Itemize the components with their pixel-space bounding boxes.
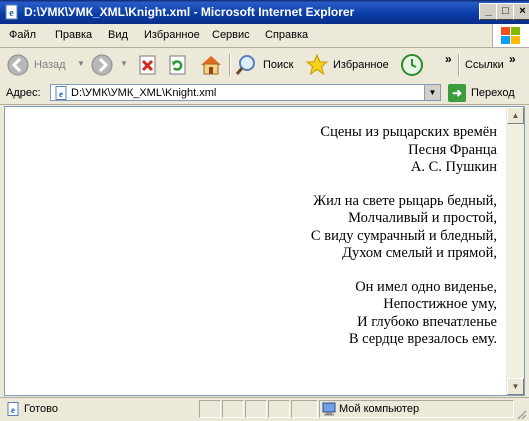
windows-logo — [492, 24, 529, 47]
my-computer-icon — [322, 402, 336, 416]
poem-line: Молчаливый и простой, — [348, 210, 497, 226]
status-pane — [245, 400, 267, 418]
close-button[interactable]: × — [513, 3, 529, 20]
poem-author: А. С. Пушкин — [410, 159, 497, 175]
back-arrow-icon — [7, 54, 29, 76]
vertical-scrollbar[interactable]: ▲ ▼ — [506, 107, 524, 395]
history-icon — [401, 54, 423, 76]
poem-line: Жил на свете рыцарь бедный, — [313, 192, 497, 209]
svg-text:e: e — [9, 8, 14, 19]
poem-line: И глубоко впечатленье — [357, 313, 497, 330]
forward-button[interactable]: ▼ — [90, 53, 128, 77]
search-button[interactable]: Поиск — [234, 53, 298, 77]
refresh-icon — [169, 55, 186, 75]
forward-dropdown-icon[interactable]: ▼ — [120, 59, 128, 68]
favorites-button[interactable]: Избранное — [305, 53, 393, 77]
poem-line: С виду сумрачный и бледный, — [310, 227, 497, 244]
page-content: Сцены из рыцарских времён Песня Франца А… — [4, 106, 525, 396]
poem-title: Сцены из рыцарских времён — [320, 124, 497, 140]
back-button[interactable]: Назад ▼ — [6, 53, 86, 77]
status-bar: e Готово Мой компьютер — [0, 397, 529, 421]
stop-icon — [139, 55, 156, 75]
menu-bar: Файл Правка Вид Избранное Сервис Справка — [0, 24, 529, 48]
menu-help[interactable]: Справка — [265, 29, 308, 41]
search-label: Поиск — [263, 59, 294, 71]
address-input[interactable]: e D:\УМК\УМК_XML\Knight.xml ▼ — [50, 84, 441, 101]
window-title: D:\УМК\УМК_XML\Knight.xml - Microsoft In… — [24, 5, 355, 19]
links-label[interactable]: Ссылки — [465, 59, 505, 83]
toolbar-chevron[interactable]: » — [445, 52, 455, 76]
go-label: Переход — [471, 87, 515, 99]
refresh-button[interactable] — [167, 53, 189, 77]
search-icon — [235, 55, 255, 75]
poem-line: В сердце врезалось ему. — [348, 331, 497, 347]
ie-page-icon: e — [5, 4, 18, 20]
poem-line: Духом смелый и прямой, — [342, 245, 497, 261]
poem-line: Он имел одно виденье, — [355, 278, 497, 295]
address-url: D:\УМК\УМК_XML\Knight.xml — [71, 87, 217, 99]
go-arrow-icon: ➜ — [448, 84, 466, 102]
back-label: Назад — [34, 59, 66, 71]
windows-flag-icon — [501, 27, 520, 44]
toolbar-separator — [229, 54, 231, 76]
status-text: Готово — [24, 403, 58, 415]
toolbar-separator — [458, 54, 460, 76]
menu-view[interactable]: Вид — [108, 29, 128, 41]
status-pane — [222, 400, 244, 418]
address-dropdown-icon[interactable]: ▼ — [424, 85, 440, 100]
page-icon: e — [55, 86, 67, 100]
links-chevron[interactable]: » — [509, 52, 519, 76]
scroll-up-icon[interactable]: ▲ — [507, 107, 524, 124]
home-icon — [201, 56, 221, 75]
address-bar: Адрес: e D:\УМК\УМК_XML\Knight.xml ▼ ➜ П… — [0, 82, 529, 105]
svg-text:e: e — [59, 89, 63, 99]
zone-label: Мой компьютер — [339, 403, 420, 415]
title-bar[interactable]: e D:\УМК\УМК_XML\Knight.xml - Microsoft … — [0, 0, 529, 24]
poem-line: Непостижное уму, — [383, 296, 497, 312]
back-dropdown-icon[interactable]: ▼ — [77, 59, 85, 68]
ie-window: e D:\УМК\УМК_XML\Knight.xml - Microsoft … — [0, 0, 529, 421]
status-pane — [199, 400, 221, 418]
forward-arrow-icon — [91, 54, 113, 76]
poem-subtitle: Песня Франца — [408, 141, 497, 158]
menu-tools[interactable]: Сервис — [212, 29, 250, 41]
status-pane — [268, 400, 290, 418]
scroll-down-icon[interactable]: ▼ — [507, 378, 524, 395]
menu-edit[interactable]: Правка — [55, 29, 92, 41]
go-button[interactable]: ➜ Переход — [448, 84, 526, 102]
media-button[interactable] — [399, 53, 425, 77]
svg-text:e: e — [11, 405, 15, 415]
home-button[interactable] — [198, 53, 224, 77]
menu-file[interactable]: Файл — [9, 29, 36, 41]
resize-grip-icon[interactable] — [515, 408, 527, 420]
star-icon — [305, 53, 329, 76]
menu-favorites[interactable]: Избранное — [144, 29, 200, 41]
status-pane — [291, 400, 318, 418]
poem: Сцены из рыцарских времён Песня Франца А… — [311, 124, 497, 349]
toolbar: Назад ▼ ▼ Поиск Избранное » Ссылки » — [0, 48, 529, 83]
page-done-icon: e — [7, 402, 19, 416]
stop-button[interactable] — [137, 53, 159, 77]
address-label: Адрес: — [6, 87, 41, 99]
favorites-label: Избранное — [333, 59, 389, 71]
